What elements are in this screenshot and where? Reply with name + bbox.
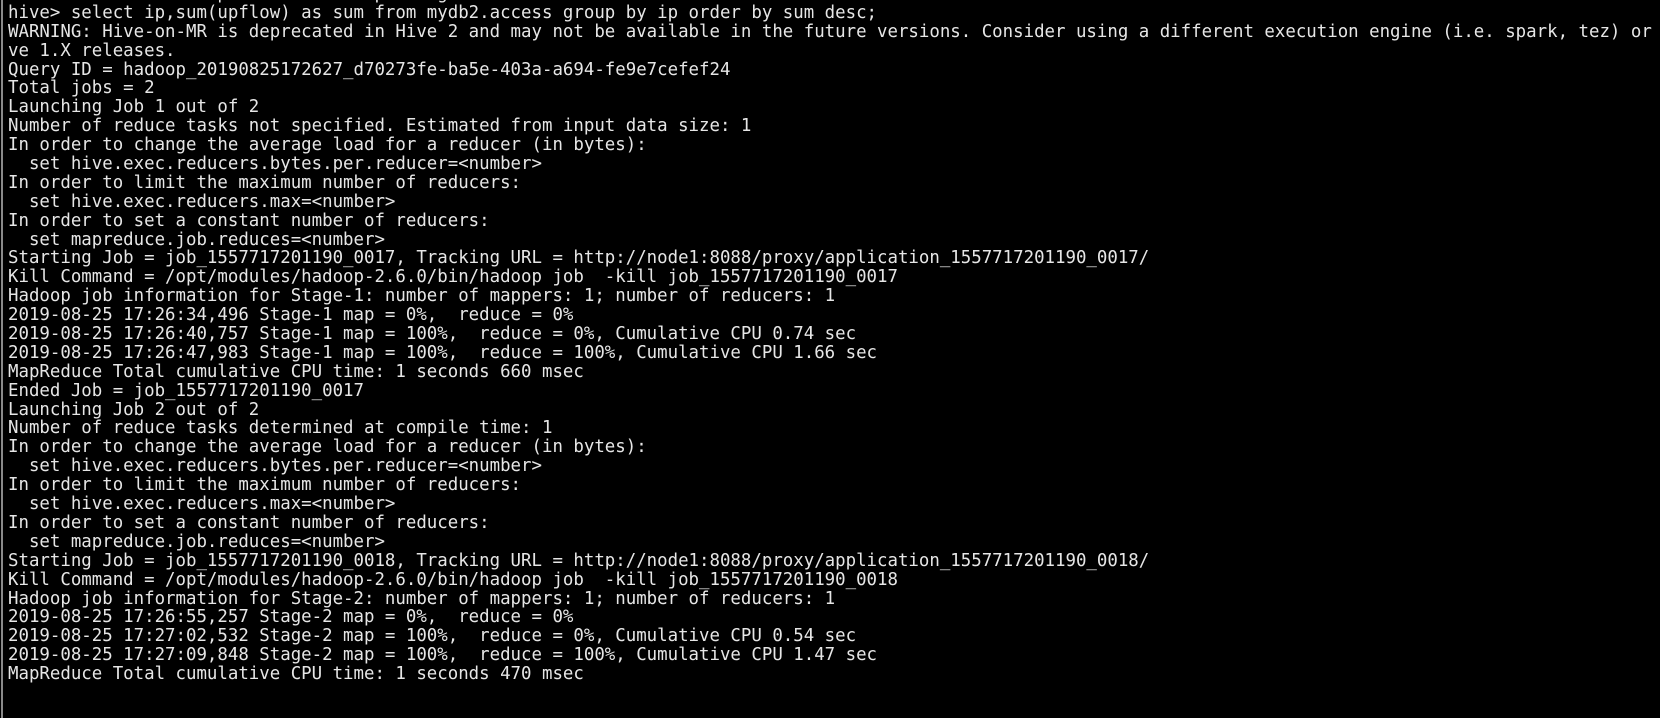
terminal-line: 2019-08-25 17:27:09,848 Stage-2 map = 10…	[8, 645, 878, 666]
terminal-line: Number of reduce tasks not specified. Es…	[8, 116, 752, 137]
terminal-line: Number of reduce tasks determined at com…	[8, 418, 553, 439]
terminal-line: 2019-08-25 17:26:34,496 Stage-1 map = 0%…	[8, 305, 574, 326]
terminal-line: hive> select ip,sum(upflow) as sum from …	[8, 2, 878, 23]
terminal-line: WARNING: Hive-on-MR is deprecated in Hiv…	[8, 21, 1660, 42]
terminal-line: Kill Command = /opt/modules/hadoop-2.6.0…	[8, 569, 898, 590]
terminal-line: Total jobs = 2	[8, 78, 155, 99]
terminal-line: In order to limit the maximum number of …	[8, 172, 522, 193]
terminal-line: MapReduce Total cumulative CPU time: 1 s…	[8, 361, 584, 382]
terminal-line: In order to change the average load for …	[8, 437, 647, 458]
terminal-line: set mapreduce.job.reduces=<number>	[8, 531, 385, 552]
terminal-line: Ended Job = job_1557717201190_0017	[8, 380, 364, 401]
terminal-line: ve 1.X releases.	[8, 40, 176, 61]
terminal-line: set hive.exec.reducers.max=<number>	[8, 494, 396, 515]
terminal-window[interactable]: FAILED: SemanticException Error in parsi…	[0, 0, 1660, 718]
terminal-line: Query ID = hadoop_20190825172627_d70273f…	[8, 59, 731, 80]
terminal-line: set hive.exec.reducers.bytes.per.reducer…	[8, 456, 542, 477]
terminal-line: In order to change the average load for …	[8, 135, 647, 156]
terminal-line: set hive.exec.reducers.max=<number>	[8, 191, 396, 212]
terminal-line: Hadoop job information for Stage-1: numb…	[8, 286, 836, 307]
terminal-line: Starting Job = job_1557717201190_0017, T…	[8, 248, 1150, 269]
terminal-line: In order to set a constant number of red…	[8, 210, 490, 231]
terminal-line: Launching Job 1 out of 2	[8, 97, 260, 118]
terminal-line: 2019-08-25 17:26:40,757 Stage-1 map = 10…	[8, 324, 857, 345]
terminal-line: In order to limit the maximum number of …	[8, 475, 522, 496]
terminal-line: 2019-08-25 17:26:55,257 Stage-2 map = 0%…	[8, 607, 574, 628]
terminal-line: set hive.exec.reducers.bytes.per.reducer…	[8, 154, 542, 175]
terminal-line: set mapreduce.job.reduces=<number>	[8, 229, 385, 250]
terminal-line: Starting Job = job_1557717201190_0018, T…	[8, 550, 1150, 571]
terminal-line: 2019-08-25 17:27:02,532 Stage-2 map = 10…	[8, 626, 857, 647]
terminal-line: Kill Command = /opt/modules/hadoop-2.6.0…	[8, 267, 898, 288]
terminal-line: In order to set a constant number of red…	[8, 512, 490, 533]
terminal-line: Hadoop job information for Stage-2: numb…	[8, 588, 836, 609]
window-border	[1, 0, 3, 718]
terminal-line: Launching Job 2 out of 2	[8, 399, 260, 420]
terminal-line: 2019-08-25 17:26:47,983 Stage-1 map = 10…	[8, 342, 878, 363]
terminal-line: MapReduce Total cumulative CPU time: 1 s…	[8, 664, 584, 685]
terminal-output: FAILED: SemanticException Error in parsi…	[8, 0, 1660, 684]
